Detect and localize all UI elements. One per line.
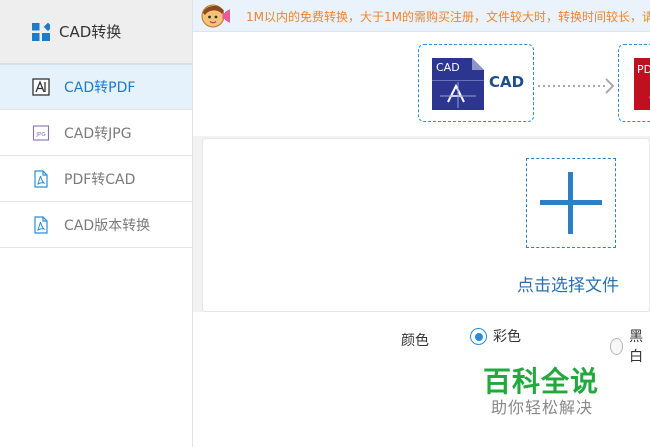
source-format-box: CAD CAD [418, 44, 534, 122]
bw-radio-label: 黑白 [629, 329, 644, 365]
mascot-icon [201, 4, 230, 28]
jpg-file-icon: JPG [32, 124, 50, 141]
upload-panel: 点击选择文件 [202, 138, 650, 312]
grid-app-icon [32, 22, 50, 41]
color-radio-label: 彩色 [493, 329, 521, 345]
main-panel: 1M以内的免费转换，大于1M的需购买注册，文件较大时，转换时间较长，请耐心等待 … [193, 0, 650, 447]
notice-bar: 1M以内的免费转换，大于1M的需购买注册，文件较大时，转换时间较长，请耐心等待 [193, 0, 650, 32]
add-file-button[interactable] [526, 158, 616, 248]
app-title: CAD转换 [59, 23, 122, 41]
target-format-box: PDF [618, 44, 650, 122]
dotted-arrow-icon [538, 78, 615, 94]
sidebar: CAD转换 CAD转PDF JPG CAD转JPG PDF转CAD CAD版本转 [0, 0, 193, 447]
pdf-file-icon [34, 169, 48, 188]
nav-item-pdf-to-cad[interactable]: PDF转CAD [0, 156, 192, 202]
options-panel: 颜色 彩色 黑白 百科全说 助你轻松解决 [193, 312, 650, 447]
cad-icon-text: CAD [436, 61, 460, 74]
pdf-icon-text: PDF [637, 63, 650, 76]
cad-file-icon: CAD [432, 58, 484, 110]
watermark-subtitle: 助你轻松解决 [491, 398, 594, 417]
pdf-file-icon [34, 215, 48, 234]
nav-item-cad-version[interactable]: CAD版本转换 [0, 202, 192, 248]
cad-pdf-icon [32, 78, 50, 96]
source-format-label: CAD [489, 73, 525, 91]
pdf-target-icon: PDF [634, 58, 650, 110]
nav-item-cad-to-pdf[interactable]: CAD转PDF [0, 64, 192, 110]
svg-text:JPG: JPG [35, 132, 45, 138]
nav-item-cad-to-jpg[interactable]: JPG CAD转JPG [0, 110, 192, 156]
nav-label-pdf-to-cad: PDF转CAD [64, 171, 136, 188]
nav-label-cad-version: CAD版本转换 [64, 217, 151, 234]
nav-label-cad-to-jpg: CAD转JPG [64, 125, 132, 142]
color-radio-dot[interactable] [470, 327, 487, 345]
notice-text: 1M以内的免费转换，大于1M的需购买注册，文件较大时，转换时间较长，请耐心等待 [246, 10, 650, 24]
color-label: 颜色 [401, 333, 429, 349]
sidebar-header: CAD转换 [0, 0, 192, 64]
bw-radio-dot[interactable] [610, 337, 624, 355]
nav-label-cad-to-pdf: CAD转PDF [64, 80, 136, 96]
color-radio[interactable]: 彩色 [470, 326, 521, 346]
plus-icon [540, 172, 602, 234]
conversion-flow: CAD CAD PDF [193, 32, 650, 136]
bw-radio[interactable]: 黑白 [610, 326, 650, 366]
select-file-link[interactable]: 点击选择文件 [517, 271, 619, 296]
